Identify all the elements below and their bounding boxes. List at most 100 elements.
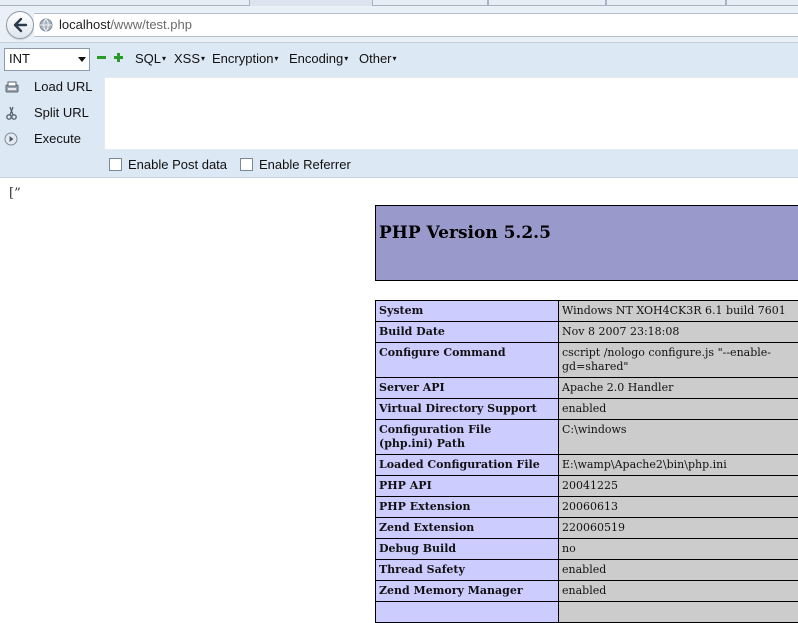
plus-icon[interactable] xyxy=(114,53,123,62)
table-value-cell: Apache 2.0 Handler xyxy=(558,377,798,399)
table-row: Zend Memory Manager enabled xyxy=(375,580,798,602)
table-key: Configure Command xyxy=(379,346,506,359)
table-key: Server API xyxy=(379,381,445,394)
table-value-cell: Windows NT XOH4CK3R 6.1 build 7601 xyxy=(558,300,798,322)
hackbar-actions: Load URL Split URL Execute xyxy=(0,76,103,154)
back-arrow-icon xyxy=(13,17,28,33)
table-value-cell: C:\windows xyxy=(558,419,798,455)
menu-sql[interactable]: SQL▾ xyxy=(135,51,166,66)
table-value-cell: 20041225 xyxy=(558,475,798,497)
navigation-bar: localhost/www/test.php xyxy=(0,6,798,43)
table-value-line: 20060613 xyxy=(562,500,618,513)
execute-button[interactable]: Execute xyxy=(0,128,103,150)
minus-icon[interactable] xyxy=(97,53,106,62)
enable-referrer-checkbox[interactable] xyxy=(240,158,253,171)
url-text[interactable]: localhost/www/test.php xyxy=(59,17,192,32)
menu-other-label: Other xyxy=(359,51,392,66)
enable-post-data-label[interactable]: Enable Post data xyxy=(128,157,227,172)
table-key: PHP Extension xyxy=(379,500,471,513)
table-key: System xyxy=(379,304,424,317)
table-value-line: Nov 8 2007 23:18:08 xyxy=(562,325,680,338)
table-value-line: E:\wamp\Apache2\bin\php.ini xyxy=(562,458,727,471)
table-row: Server API Apache 2.0 Handler xyxy=(375,377,798,399)
table-key-cell: Virtual Directory Support xyxy=(375,398,559,420)
phpinfo-table: System Windows NT XOH4CK3R 6.1 build 7601… xyxy=(375,300,798,623)
menu-encoding[interactable]: Encoding▾ xyxy=(289,51,348,66)
table-row: Virtual Directory Support enabled xyxy=(375,398,798,420)
table-value-line: enabled xyxy=(562,584,607,597)
stray-output-text: [” xyxy=(9,186,21,201)
table-value-line: 220060519 xyxy=(562,521,625,534)
table-value-line: 20041225 xyxy=(562,479,618,492)
table-value-cell xyxy=(558,601,798,623)
menu-encryption-label: Encryption xyxy=(212,51,274,66)
dropdown-arrow-icon: ▾ xyxy=(392,54,397,63)
url-host: localhost xyxy=(59,17,111,32)
table-key: Zend Extension xyxy=(379,521,475,534)
table-value-line: no xyxy=(562,542,576,555)
table-key: PHP API xyxy=(379,479,432,492)
table-row: PHP Extension 20060613 xyxy=(375,496,798,518)
load-url-label: Load URL xyxy=(34,79,93,94)
menu-xss[interactable]: XSS▾ xyxy=(174,51,205,66)
address-bar[interactable]: localhost/www/test.php xyxy=(34,13,798,37)
table-key-cell: PHP Extension xyxy=(375,496,559,518)
mode-select[interactable]: INT xyxy=(4,48,90,71)
dropdown-arrow-icon: ▾ xyxy=(344,54,349,63)
table-key: Virtual Directory Support xyxy=(379,402,537,415)
table-value-cell: enabled xyxy=(558,398,798,420)
table-key-cell: Build Date xyxy=(375,321,559,343)
phpinfo-header: PHP Version 5.2.5 xyxy=(375,205,798,281)
menu-encoding-label: Encoding xyxy=(289,51,344,66)
table-key-line: (php.ini) Path xyxy=(379,437,465,450)
menu-xss-label: XSS xyxy=(174,51,201,66)
load-url-icon xyxy=(5,81,19,93)
table-row: Configure Command cscript /nologo configu… xyxy=(375,342,798,378)
table-value-line: C:\windows xyxy=(562,423,627,436)
table-row: Configuration File (php.ini) Path C:\windo… xyxy=(375,419,798,455)
table-key-cell: Server API xyxy=(375,377,559,399)
table-value-line xyxy=(562,605,798,619)
table-key-cell: Configure Command xyxy=(375,342,559,378)
play-icon xyxy=(4,132,18,146)
menu-encryption[interactable]: Encryption▾ xyxy=(212,51,278,66)
split-url-button[interactable]: Split URL xyxy=(0,102,103,124)
table-value-line: enabled xyxy=(562,402,607,415)
table-key: Zend Memory Manager xyxy=(379,584,523,597)
menu-other[interactable]: Other▾ xyxy=(359,51,397,66)
table-key: Loaded Configuration File xyxy=(379,458,540,471)
url-path: /www/test.php xyxy=(110,17,192,32)
table-value-line: enabled xyxy=(562,563,607,576)
table-value-cell: 220060519 xyxy=(558,517,798,539)
enable-referrer-label[interactable]: Enable Referrer xyxy=(259,157,351,172)
split-url-label: Split URL xyxy=(34,105,89,120)
table-row: Build Date Nov 8 2007 23:18:08 xyxy=(375,321,798,343)
table-key-cell: Thread Safety xyxy=(375,559,559,581)
hackbar-panel: INT SQL▾ XSS▾ Encryption▾ Encoding▾ Othe… xyxy=(0,43,798,177)
dropdown-arrow-icon: ▾ xyxy=(274,54,279,63)
table-value-line: gd=shared" xyxy=(562,360,629,373)
load-url-button[interactable]: Load URL xyxy=(0,76,103,98)
table-row: System Windows NT XOH4CK3R 6.1 build 7601 xyxy=(375,300,798,322)
url-textarea[interactable] xyxy=(104,77,798,150)
page-title: PHP Version 5.2.5 xyxy=(379,223,551,243)
table-value-cell: enabled xyxy=(558,559,798,581)
table-row: Zend Extension 220060519 xyxy=(375,517,798,539)
table-value-line: cscript /nologo configure.js "--enable- xyxy=(562,346,771,359)
table-key xyxy=(379,605,555,619)
table-key: Thread Safety xyxy=(379,563,465,576)
table-value-cell: no xyxy=(558,538,798,560)
dropdown-arrow-icon: ▾ xyxy=(162,54,167,63)
scissors-icon xyxy=(6,106,17,120)
hackbar-options: Enable Post data Enable Referrer xyxy=(0,152,798,176)
table-row: PHP API 20041225 xyxy=(375,475,798,497)
enable-post-data-checkbox[interactable] xyxy=(109,158,122,171)
table-row: Thread Safety enabled xyxy=(375,559,798,581)
table-key-cell: Zend Memory Manager xyxy=(375,580,559,602)
back-button[interactable] xyxy=(6,11,34,39)
chevron-down-icon xyxy=(78,57,86,62)
table-key-cell: Configuration File (php.ini) Path xyxy=(375,419,559,455)
dropdown-arrow-icon: ▾ xyxy=(201,54,206,63)
table-row xyxy=(375,601,798,623)
table-key-line: Configuration File xyxy=(379,423,492,436)
